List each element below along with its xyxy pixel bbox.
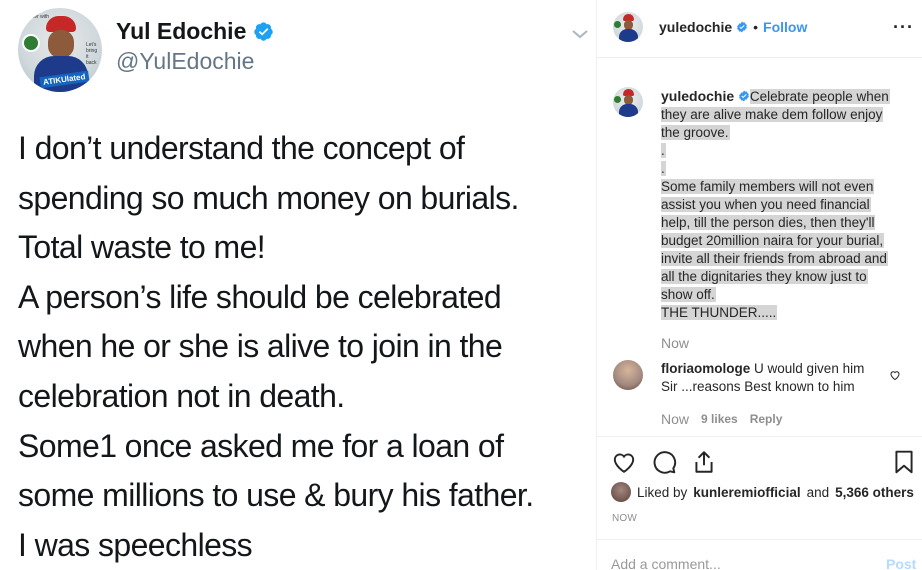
avatar-top-text: better with: [26, 14, 50, 20]
avatar-body: [619, 104, 638, 117]
verified-icon: [737, 21, 748, 33]
caption-line: they are alive make dem follow enjoy: [661, 106, 901, 124]
caption-line: invite all their friends from abroad and: [661, 250, 901, 268]
caption-avatar[interactable]: [613, 87, 643, 117]
caption-timestamp[interactable]: Now: [661, 335, 689, 351]
caption-line-text: Some family members will not even: [661, 179, 875, 194]
tweet-card: better with Let's bring it back ATIKUlat…: [0, 0, 596, 570]
post-header: yuledochie • Follow ···: [597, 0, 922, 58]
post-actions-bar: [597, 436, 922, 486]
comment-icon[interactable]: [651, 449, 677, 475]
comment-meta: Now 9 likes Reply: [661, 411, 782, 427]
comment-likes[interactable]: 9 likes: [701, 412, 738, 426]
more-options-button[interactable]: ···: [893, 17, 914, 38]
party-logo-icon: [22, 34, 40, 52]
tweet-handle[interactable]: @YulEdochie: [116, 48, 254, 75]
tweet-line: celebration not in death.: [18, 377, 345, 414]
tweet-author-name-row[interactable]: Yul Edochie: [116, 18, 274, 45]
commenter-avatar[interactable]: [613, 360, 643, 390]
caption-line: the groove.: [661, 124, 901, 142]
tweet-line: Some1 once asked me for a loan of: [18, 427, 504, 464]
tweet-line: when he or she is alive to join in the: [18, 328, 503, 365]
commenter-username[interactable]: floriaomologe: [661, 361, 750, 376]
likes-prefix: Liked by: [637, 484, 688, 500]
caption-line: assist you when you need financial: [661, 196, 901, 214]
caption-line: budget 20million naira for your burial,: [661, 232, 901, 250]
caption-text: Celebrate people when: [749, 89, 890, 104]
caption-line-text: .: [661, 143, 666, 158]
heart-icon[interactable]: [611, 449, 637, 475]
comments-scroll-area[interactable]: yuledochie Celebrate people when they ar…: [597, 59, 922, 435]
liker-avatar[interactable]: [611, 482, 631, 502]
tweet-avatar[interactable]: better with Let's bring it back ATIKUlat…: [18, 8, 102, 92]
caption-line: .: [661, 142, 901, 160]
avatar-body: [619, 29, 638, 42]
caption-line: show off.: [661, 286, 901, 304]
tweet-author-name[interactable]: Yul Edochie: [116, 18, 246, 45]
header-avatar[interactable]: [613, 12, 643, 42]
caption-line-text: invite all their friends from abroad and: [661, 251, 888, 266]
separator-dot: •: [753, 19, 759, 35]
caption-username[interactable]: yuledochie: [661, 88, 734, 104]
caption-line-text: they are alive make dem follow enjoy: [661, 107, 884, 122]
likes-others-link[interactable]: 5,366 others: [835, 485, 914, 500]
caption-line-text: help, till the person dies, then they'll: [661, 215, 876, 230]
caption-line: help, till the person dies, then they'll: [661, 214, 901, 232]
caption-line-text: budget 20million naira for your burial,: [661, 233, 885, 248]
likes-middle: and: [806, 484, 830, 500]
caption-line-text: show off.: [661, 287, 716, 302]
caption-line: all the dignitaries they know just to: [661, 268, 901, 286]
comment-body: floriaomologe U would given him Sir ...r…: [661, 360, 881, 396]
caption-line: .: [661, 160, 901, 178]
header-username[interactable]: yuledochie: [659, 19, 732, 35]
party-logo-icon: [614, 21, 621, 28]
caption-line-text: all the dignitaries they know just to: [661, 269, 868, 284]
caption-line: Some family members will not even: [661, 178, 901, 196]
share-icon[interactable]: [691, 449, 717, 475]
post-timestamp[interactable]: NOW: [612, 513, 637, 524]
tweet-text: I don’t understand the concept of spendi…: [18, 124, 588, 570]
caption-line-text: .: [661, 161, 666, 176]
post-comment-button[interactable]: Post: [886, 556, 916, 570]
add-comment-input[interactable]: [611, 556, 861, 570]
add-comment-bar: Post: [597, 539, 922, 570]
chevron-down-icon[interactable]: [570, 26, 590, 42]
verified-icon: [738, 90, 749, 102]
tweet-line: A person’s life should be celebrated: [18, 278, 502, 315]
header-user-row: yuledochie • Follow: [659, 19, 807, 35]
tweet-line: I was speechless: [18, 526, 253, 563]
bookmark-icon[interactable]: [891, 449, 917, 475]
caption-line-text: the groove.: [661, 125, 730, 140]
tweet-line: some millions to use & bury his father.: [18, 477, 534, 514]
caption-line-text: THE THUNDER.....: [661, 305, 778, 320]
follow-button[interactable]: Follow: [763, 19, 807, 35]
avatar-face: [48, 30, 74, 58]
tweet-line: Total waste to me!: [18, 229, 266, 266]
avatar-side-text: Let's bring it back: [86, 42, 98, 66]
liker-username[interactable]: kunleremiofficial: [693, 485, 800, 500]
party-logo-icon: [614, 96, 621, 103]
instagram-post-panel: yuledochie • Follow ··· yuledochie Celeb…: [596, 0, 922, 570]
caption-first-line: yuledochie Celebrate people when: [661, 87, 901, 106]
tweet-line: spending so much money on burials.: [18, 179, 519, 216]
caption-line: THE THUNDER.....: [661, 304, 901, 322]
post-caption: yuledochie Celebrate people when they ar…: [661, 87, 901, 322]
comment-timestamp[interactable]: Now: [661, 411, 689, 427]
tweet-line: I don’t understand the concept of: [18, 130, 465, 166]
heart-icon[interactable]: [889, 369, 901, 381]
likes-summary: Liked by kunleremiofficial and 5,366 oth…: [611, 482, 914, 502]
caption-line-text: assist you when you need financial: [661, 197, 871, 212]
reply-button[interactable]: Reply: [750, 412, 783, 426]
verified-icon: [254, 22, 274, 41]
